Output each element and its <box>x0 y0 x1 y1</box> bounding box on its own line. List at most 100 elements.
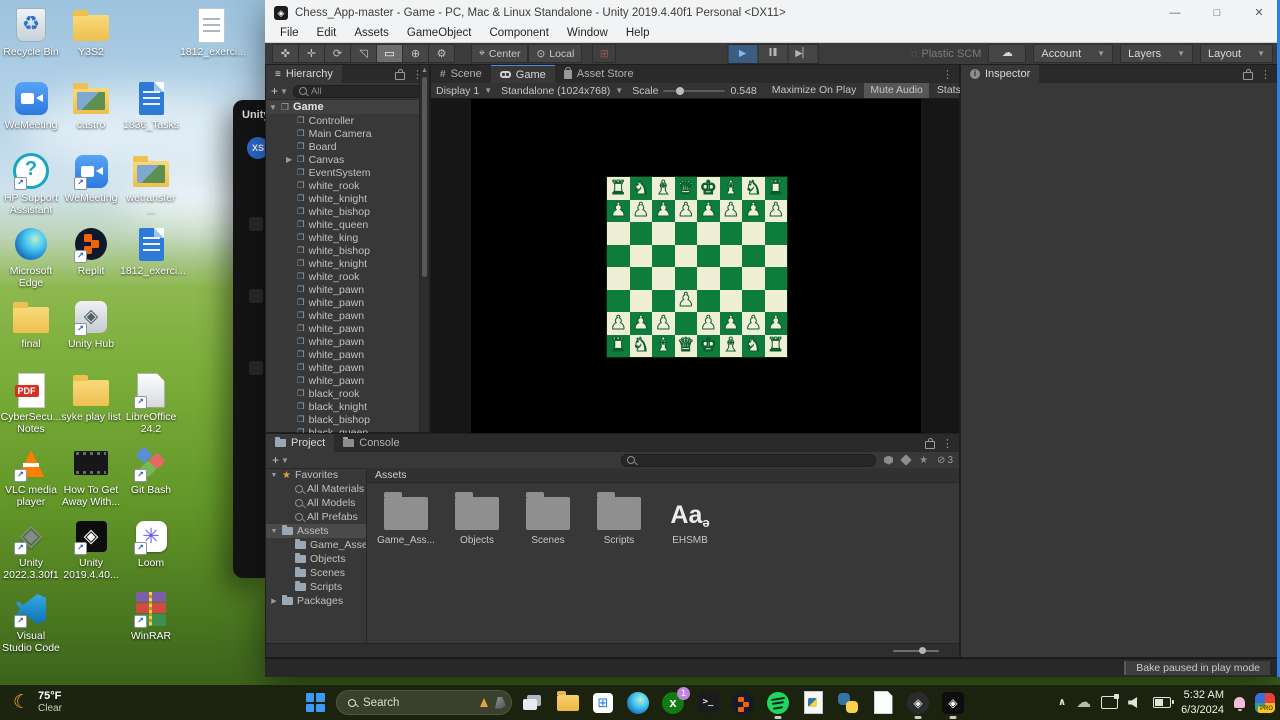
board-square[interactable] <box>652 244 675 267</box>
hierarchy-item-white-pawn[interactable]: ❒ white_pawn <box>266 374 429 387</box>
chess-board[interactable]: ♜ ♞ ♝ ♛ ♚ ♝ ♞ ♜ ♟ ♟ ♟ ♟ ♟ ♟ ♟ ♟ ♟ ♟ ♟ ♟ ♟ ♟ ♟ ♟ ♜ ♞ ♝ ♛ ♚ ♝ ♞ ♜ <box>606 176 788 358</box>
pro-app-icon[interactable]: PRO <box>1255 692 1275 713</box>
account-dropdown[interactable]: Account ▼ <box>1033 44 1114 63</box>
taskbar-spotify-button[interactable] <box>766 691 790 719</box>
board-square[interactable] <box>607 222 630 245</box>
board-square[interactable]: ♞ <box>629 177 652 200</box>
hierarchy-item-main-camera[interactable]: ❒ Main Camera <box>266 127 429 140</box>
board-square[interactable]: ♟ <box>607 199 630 222</box>
hierarchy-item-white-pawn[interactable]: ❒ white_pawn <box>266 361 429 374</box>
board-square[interactable]: ♟ <box>629 312 652 335</box>
board-square[interactable] <box>652 267 675 290</box>
hierarchy-item-white-rook[interactable]: ❒ white_rook <box>266 270 429 283</box>
board-square[interactable]: ♞ <box>629 334 652 357</box>
tree-item-objects[interactable]: Objects <box>266 552 366 566</box>
tree-item-all-materials[interactable]: All Materials <box>266 482 366 496</box>
tab-project[interactable]: Project <box>266 434 335 452</box>
board-square[interactable] <box>674 222 697 245</box>
scale-slider-thumb[interactable] <box>676 86 685 95</box>
cloud-services-button[interactable]: ☁ <box>988 44 1027 63</box>
hierarchy-item-white-pawn[interactable]: ❒ white_pawn <box>266 309 429 322</box>
board-square[interactable]: ♛ <box>674 177 697 200</box>
board-square[interactable]: ♟ <box>764 199 787 222</box>
hierarchy-item-black-rook[interactable]: ❒ black_rook <box>266 387 429 400</box>
step-button[interactable]: ▶▏ <box>788 43 818 64</box>
menu-help[interactable]: Help <box>617 25 659 42</box>
board-square[interactable]: ♝ <box>719 177 742 200</box>
board-square[interactable] <box>607 267 630 290</box>
tree-item-assets[interactable]: ▼ Assets <box>266 524 366 538</box>
tray-onedrive-button[interactable]: ☁ <box>1076 695 1091 710</box>
desktop-icon-winrar[interactable]: ↗ WinRAR <box>121 588 181 660</box>
menu-assets[interactable]: Assets <box>345 25 398 42</box>
hierarchy-item-black-bishop[interactable]: ❒ black_bishop <box>266 413 429 426</box>
avatar[interactable]: XS <box>247 137 267 159</box>
layout-dropdown[interactable]: Layout ▼ <box>1200 44 1273 63</box>
desktop-icon-hp-support-assistant[interactable]: ? ↗ HP Support Assistant <box>1 150 61 222</box>
menu-window[interactable]: Window <box>558 25 617 42</box>
transform-tool-button[interactable]: ⊕ <box>403 44 429 63</box>
board-square[interactable] <box>629 267 652 290</box>
hierarchy-item-white-bishop[interactable]: ❒ white_bishop <box>266 205 429 218</box>
favorites-filter-icon[interactable]: ★ <box>919 455 928 466</box>
hierarchy-item-white-pawn[interactable]: ❒ white_pawn <box>266 322 429 335</box>
desktop-icon-castro[interactable]: castro <box>61 77 121 149</box>
kebab-menu-icon[interactable]: ⋮ <box>942 437 953 450</box>
board-square[interactable]: ♟ <box>652 312 675 335</box>
desktop-icon-cybersecu-notes[interactable]: PDF CyberSecu... Notes <box>1 369 61 441</box>
board-square[interactable]: ♟ <box>629 199 652 222</box>
desktop-icon-recycle-bin[interactable]: ♻ Recycle Bin <box>1 4 61 76</box>
desktop-icon-y3s2[interactable]: Y3S2 <box>61 4 121 76</box>
taskbar-replit-button[interactable] <box>731 691 755 715</box>
board-square[interactable] <box>764 244 787 267</box>
desktop-icon-how-to-get-away-with[interactable]: How To Get Away With... <box>61 442 121 514</box>
create-asset-button[interactable]: + ▼ <box>272 453 289 467</box>
desktop-icon-replit[interactable]: ↗ Replit <box>61 223 121 295</box>
layers-dropdown[interactable]: Layers ▼ <box>1120 44 1194 63</box>
slider-thumb[interactable] <box>919 646 926 654</box>
taskbar-search-box[interactable]: Search <box>336 690 512 715</box>
lock-icon[interactable] <box>925 437 935 449</box>
asset-scripts[interactable]: Scripts <box>590 492 648 546</box>
hierarchy-item-white-queen[interactable]: ❒ white_queen <box>266 218 429 231</box>
board-square[interactable]: ♜ <box>607 334 630 357</box>
board-square[interactable]: ♝ <box>719 334 742 357</box>
taskbar-python-button[interactable] <box>836 691 860 715</box>
board-square[interactable]: ♟ <box>742 312 765 335</box>
board-square[interactable] <box>742 289 765 312</box>
board-square[interactable] <box>674 312 697 335</box>
chevron-down-icon[interactable]: ▼ <box>270 472 278 479</box>
board-square[interactable]: ♟ <box>697 312 720 335</box>
scale-tool-button[interactable]: ◹ <box>351 44 377 63</box>
move-tool-button[interactable]: ✛ <box>299 44 325 63</box>
board-square[interactable]: ♜ <box>764 177 787 200</box>
custom-tool-button[interactable]: ⚙ <box>429 44 455 63</box>
board-square[interactable] <box>719 222 742 245</box>
hand-tool-button[interactable]: ✜ <box>272 44 299 63</box>
desktop-icon-1812-exerci[interactable]: 1812_exerci... <box>180 4 246 76</box>
board-square[interactable] <box>607 289 630 312</box>
board-square[interactable]: ♝ <box>652 177 675 200</box>
board-square[interactable] <box>764 267 787 290</box>
board-square[interactable] <box>697 289 720 312</box>
tray-volume-button[interactable] <box>1128 697 1143 708</box>
maximize-on-play-button[interactable]: Maximize On Play <box>766 83 863 98</box>
tab-console[interactable]: Console <box>334 434 408 452</box>
hidden-count-toggle[interactable]: ⊘ 3 <box>937 455 953 466</box>
board-square[interactable]: ♜ <box>607 177 630 200</box>
tab-asset-store[interactable]: Asset Store <box>555 65 643 83</box>
tab-game[interactable]: Game <box>490 65 555 83</box>
scale-slider[interactable]: Scale 0.548 <box>632 85 757 97</box>
chevron-right-icon[interactable]: ▶ <box>270 597 278 605</box>
rotate-tool-button[interactable]: ⟳ <box>325 44 351 63</box>
board-square[interactable] <box>742 244 765 267</box>
lock-icon[interactable] <box>395 68 405 80</box>
tree-item-scenes[interactable]: Scenes <box>266 566 366 580</box>
start-button[interactable] <box>303 691 327 715</box>
tree-item-packages[interactable]: ▶ Packages <box>266 594 366 608</box>
board-square[interactable]: ♟ <box>674 289 697 312</box>
board-square[interactable] <box>629 222 652 245</box>
tree-item-favorites[interactable]: ▼ ★ Favorites <box>266 468 366 482</box>
taskbar-terminal-button[interactable]: >_ <box>696 691 720 715</box>
kebab-menu-icon[interactable]: ⋮ <box>1260 68 1271 81</box>
